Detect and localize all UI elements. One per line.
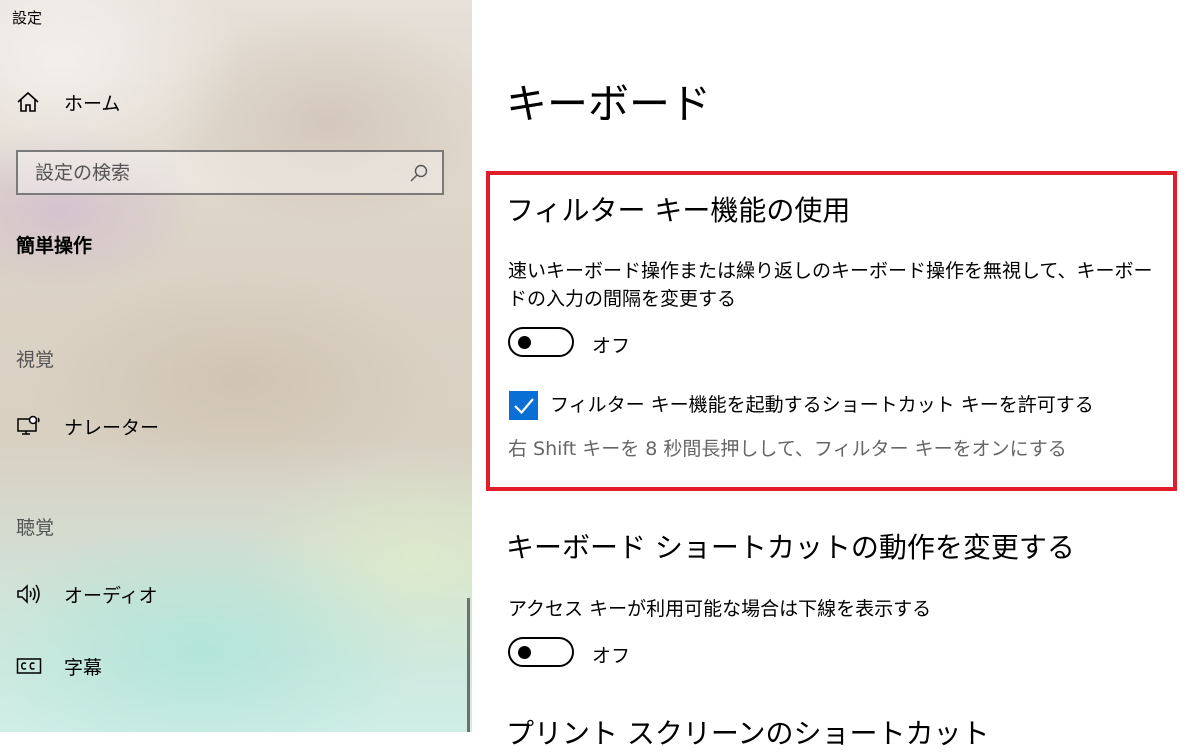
search-input[interactable] (18, 160, 404, 185)
filter-keys-shortcut-hint: 右 Shift キーを 8 秒間長押しして、フィルター キーをオンにする (508, 438, 1067, 460)
narrator-icon (16, 413, 44, 439)
underline-toggle-state: オフ (592, 645, 631, 667)
closed-captions-icon (16, 653, 44, 679)
group-label-hearing: 聴覚 (16, 517, 55, 539)
window-title: 設定 (12, 9, 43, 27)
filter-keys-toggle[interactable] (508, 327, 574, 357)
page-title: キーボード (506, 80, 711, 128)
toggle-knob (518, 336, 531, 349)
sidebar-item-label: オーディオ (64, 584, 158, 607)
sidebar-section-title: 簡単操作 (16, 235, 93, 257)
speaker-icon (16, 581, 44, 607)
home-icon (16, 89, 44, 115)
underline-access-keys-toggle[interactable] (508, 637, 574, 667)
sidebar-item-label: 字幕 (64, 656, 103, 679)
toggle-knob (518, 646, 531, 659)
search-icon[interactable] (404, 158, 434, 188)
sidebar-item-home[interactable]: ホーム (16, 87, 120, 117)
group-label-vision: 視覚 (16, 349, 55, 371)
main-content: キーボード フィルター キー機能の使用 速いキーボード操作または繰り返しのキーボ… (472, 0, 1186, 750)
settings-sidebar: 設定 ホーム 簡単操作 視覚 (0, 0, 472, 732)
sidebar-item-label: ナレーター (64, 416, 160, 439)
sidebar-item-label: ホーム (64, 92, 121, 115)
filter-keys-heading: フィルター キー機能の使用 (506, 194, 851, 227)
sidebar-item-captions[interactable]: 字幕 (16, 651, 102, 681)
print-screen-shortcut-heading: プリント スクリーンのショートカット (506, 717, 990, 750)
sidebar-item-audio[interactable]: オーディオ (16, 579, 158, 609)
sidebar-scrollbar[interactable] (467, 598, 470, 732)
filter-keys-shortcut-label[interactable]: フィルター キー機能を起動するショートカット キーを許可する (550, 391, 1094, 419)
sidebar-item-narrator[interactable]: ナレーター (16, 411, 159, 441)
filter-keys-toggle-state: オフ (592, 335, 631, 357)
filter-keys-description: 速いキーボード操作または繰り返しのキーボード操作を無視して、キーボードの入力の間… (508, 260, 1153, 310)
checkmark-icon (513, 397, 534, 414)
filter-keys-shortcut-checkbox[interactable] (509, 391, 538, 420)
underline-access-keys-label: アクセス キーが利用可能な場合は下線を表示する (508, 598, 932, 620)
keyboard-shortcuts-heading: キーボード ショートカットの動作を変更する (506, 531, 1075, 564)
settings-search-box[interactable] (16, 150, 444, 195)
